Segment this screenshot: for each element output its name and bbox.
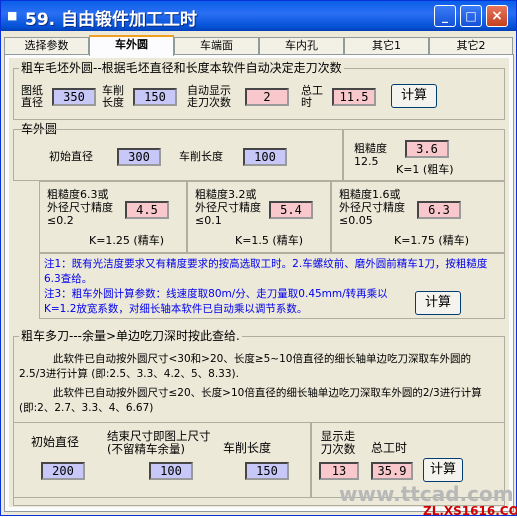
roughness-field[interactable]: 3.6 [405, 140, 449, 158]
blank-length-label: 车削长度 [102, 84, 124, 109]
end-size-label: 结束尺寸即图上尺寸(不留精车余量) [107, 429, 211, 456]
multi-init-dia-field[interactable]: 200 [41, 462, 85, 480]
tab-panel: 粗车毛坯外圆--根据毛坯直径和长度本软件自动决定走刀次数 图纸直径 350 车削… [4, 54, 517, 518]
auto-passes-field[interactable]: 2 [245, 88, 289, 106]
precision-col3-field[interactable]: 6.3 [417, 201, 461, 219]
outer-calc-button[interactable]: 计算 [415, 291, 461, 315]
precision-col2-label: 粗糙度3.2或外径尺寸精度≤0.1 [195, 188, 261, 227]
tab-select-params[interactable]: 选择参数 [4, 37, 89, 55]
rough-total-field[interactable]: 11.5 [332, 88, 376, 106]
init-dia-field[interactable]: 300 [117, 148, 161, 166]
note1-text: 注1：既有光洁度要求又有精度要求的按高选取工时。2.车螺纹前、磨外圆前精车1刀，… [44, 258, 488, 285]
rough-total-label: 总工时 [301, 84, 323, 109]
multi-calc-button[interactable]: 计算 [423, 458, 463, 482]
init-dia-label: 初始直径 [49, 150, 93, 163]
tab-other1[interactable]: 其它1 [344, 37, 429, 55]
minimize-button[interactable]: _ [434, 5, 456, 27]
outer-length-label: 车削长度 [179, 150, 223, 163]
roughness-default: 12.5 [354, 155, 379, 168]
multi-total-field[interactable]: 35.9 [371, 462, 413, 480]
blank-dia-label: 图纸直径 [21, 84, 43, 109]
multi-length-field[interactable]: 150 [245, 462, 289, 480]
multi-length-label: 车削长度 [223, 441, 272, 455]
rough-blank-title: 粗车毛坯外圆--根据毛坯直径和长度本软件自动决定走刀次数 [19, 61, 344, 75]
tab-strip: 选择参数 车外圆 车端面 车内孔 其它1 其它2 [4, 35, 513, 56]
window-title: 59. 自由锻件加工工时 [25, 10, 198, 30]
tab-turn-outer[interactable]: 车外圆 [89, 35, 174, 56]
precision-col3-k: K=1.75 (精车) [394, 234, 470, 247]
multi-passes-field[interactable]: 13 [319, 462, 359, 480]
precision-col1-field[interactable]: 4.5 [125, 201, 169, 219]
precision-col2-k: K=1.5 (精车) [235, 234, 304, 247]
title-bar[interactable]: ■ 59. 自由锻件加工工时 _ □ × [1, 1, 516, 31]
precision-col2-field[interactable]: 5.4 [269, 201, 313, 219]
auto-passes-label: 自动显示走刀次数 [187, 84, 231, 109]
tab-other2[interactable]: 其它2 [429, 37, 513, 55]
multi-total-label: 总工时 [371, 441, 408, 455]
precision-col1-label: 粗糙度6.3或外径尺寸精度≤0.2 [47, 188, 113, 227]
blank-dia-field[interactable]: 350 [52, 88, 96, 106]
tab-turn-bore[interactable]: 车内孔 [259, 37, 344, 55]
multi-init-dia-label: 初始直径 [31, 435, 80, 449]
rough-calc-button[interactable]: 计算 [391, 84, 437, 108]
multi-passes-label: 显示走刀次数 [320, 429, 356, 456]
blank-length-field[interactable]: 150 [133, 88, 177, 106]
outer-length-field[interactable]: 100 [243, 148, 287, 166]
multi-pass-title: 粗车多刀---余量>单边吃刀深时按此查给. [19, 329, 242, 343]
multi-pass-text2: 此软件已自动按外圆尺寸≤20、长度>10倍直径的细长轴单边吃刀深取车外圆的2/3… [19, 387, 482, 414]
close-button[interactable]: × [486, 5, 508, 27]
precision-col1-k: K=1.25 (精车) [89, 234, 165, 247]
app-icon: ■ [7, 9, 18, 22]
roughness-k: K=1 (粗车) [396, 163, 454, 176]
multi-pass-text1: 此软件已自动按外圆尺寸<30和>20、长度≥5~10倍直径的细长轴单边吃刀深取车… [19, 353, 471, 380]
app-window: ■ 59. 自由锻件加工工时 _ □ × 选择参数 车外圆 车端面 车内孔 其它… [0, 0, 517, 518]
panel-body: 粗车毛坯外圆--根据毛坯直径和长度本软件自动决定走刀次数 图纸直径 350 车削… [9, 58, 517, 518]
maximize-button[interactable]: □ [460, 5, 482, 27]
roughness-label: 粗糙度 [354, 142, 387, 155]
precision-col3-label: 粗糙度1.6或外径尺寸精度≤0.05 [339, 188, 405, 227]
end-size-field[interactable]: 100 [149, 462, 193, 480]
note3-text: 注3：粗车外圆计算参数：线速度取80m/分、走刀量取0.45mm/转再乘以K=1… [44, 288, 388, 315]
tab-turn-face[interactable]: 车端面 [174, 37, 259, 55]
watermark-site: www.ttcad.com [339, 482, 514, 506]
